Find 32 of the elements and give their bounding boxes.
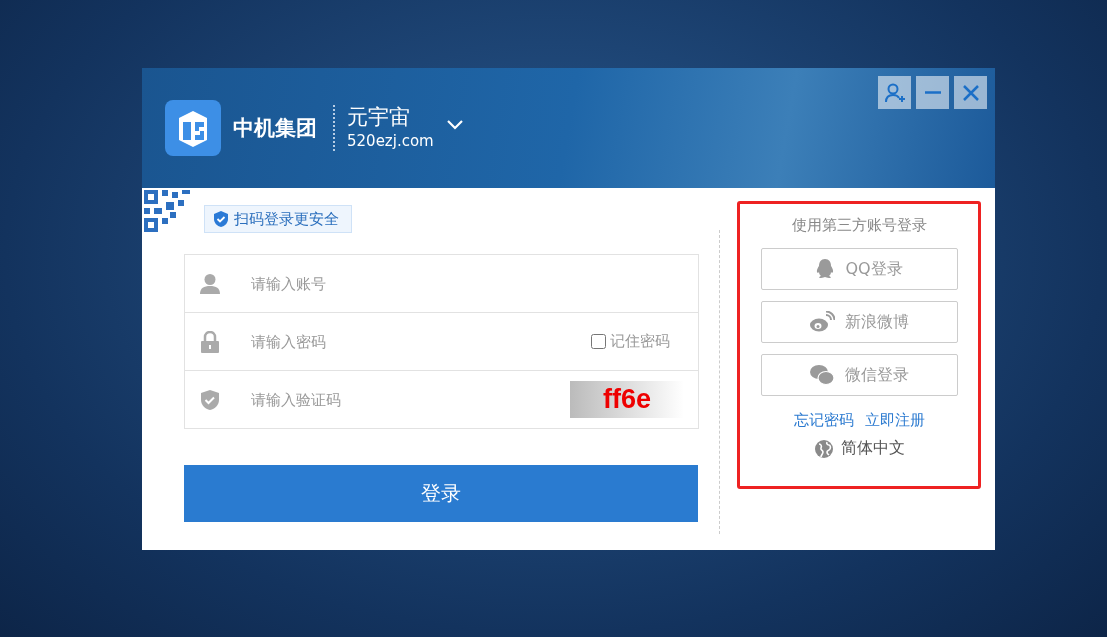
wechat-login-button[interactable]: 微信登录	[760, 354, 958, 396]
penguin-icon	[815, 258, 836, 280]
close-button[interactable]	[954, 76, 987, 109]
language-selector[interactable]: 简体中文	[813, 438, 905, 459]
close-icon	[960, 82, 981, 103]
shield-check-icon	[213, 210, 229, 228]
weibo-login-button[interactable]: 新浪微博	[760, 301, 958, 343]
chat-bubbles-icon	[809, 364, 835, 386]
tip-text: 扫码登录更安全	[234, 209, 339, 229]
text-link[interactable]: 立即注册	[864, 411, 925, 430]
login-button[interactable]: 登录	[184, 465, 698, 522]
add-user-button[interactable]	[878, 76, 911, 109]
shield-check-icon	[199, 388, 221, 411]
captcha-input[interactable]: 请输入验证码	[249, 389, 570, 410]
weibo-eye-icon	[809, 311, 835, 333]
globe-icon	[813, 438, 834, 459]
product-name: 元宇宙	[347, 104, 411, 130]
lock-icon	[199, 330, 221, 353]
brand-name: 中机集团	[233, 115, 317, 142]
cube-logo-icon	[165, 100, 221, 156]
account-input[interactable]: 请输入账号	[249, 273, 684, 294]
remember-label: 记住密码	[610, 332, 670, 351]
add-user-icon	[883, 81, 906, 104]
third-party-title: 使用第三方账号登录	[791, 216, 927, 235]
domain-text: 520ezj.com	[347, 131, 434, 152]
chevron-down-icon[interactable]	[445, 119, 464, 131]
qq-login-button[interactable]: QQ登录	[760, 248, 958, 290]
remember-checkbox[interactable]	[591, 334, 606, 349]
user-icon	[199, 272, 221, 295]
minus-icon	[924, 91, 941, 94]
password-input[interactable]: 请输入密码	[249, 331, 591, 352]
text-link[interactable]: 忘记密码	[793, 411, 854, 430]
